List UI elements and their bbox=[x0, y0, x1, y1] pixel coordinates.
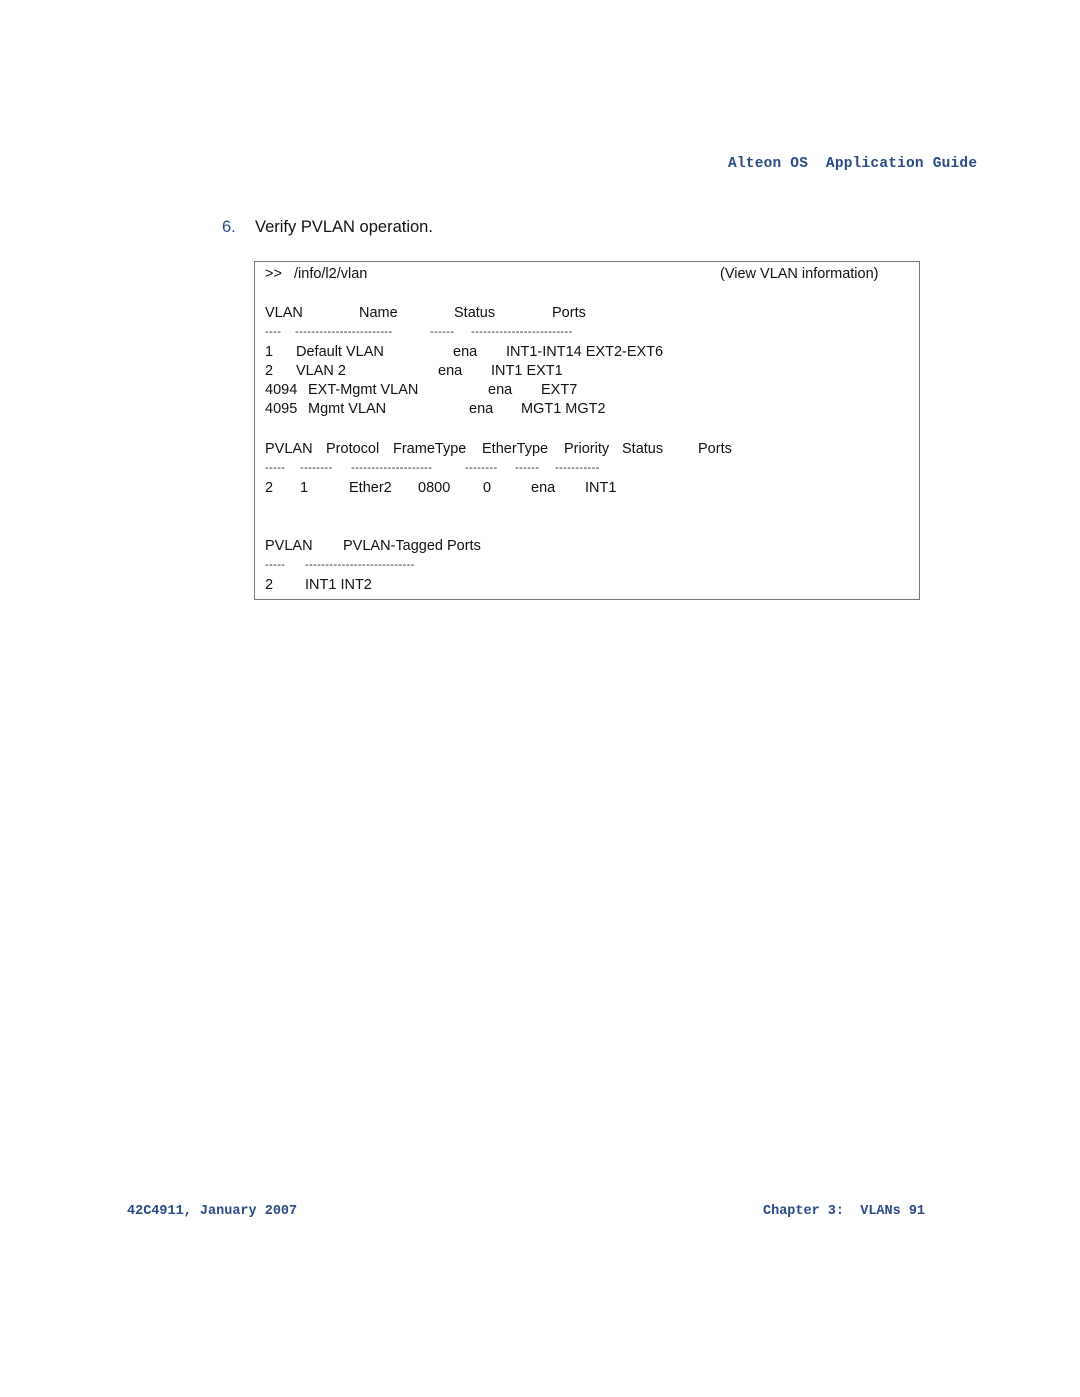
vlan-id: 2 bbox=[265, 363, 274, 379]
vlan-name: Mgmt VLAN bbox=[308, 401, 387, 417]
pvlan-id: 2 bbox=[265, 480, 274, 496]
vlan-ports: EXT7 bbox=[541, 382, 578, 398]
pvlan-protocol: 1 bbox=[300, 480, 309, 496]
tagged-col-header-pvlan: PVLAN bbox=[265, 538, 313, 554]
pvlan-separator-1: -------- bbox=[300, 462, 333, 474]
pvlan-col-header-pvlan: PVLAN bbox=[265, 441, 313, 457]
pvlan-ports: INT1 bbox=[585, 480, 617, 496]
vlan-name: Default VLAN bbox=[296, 344, 384, 360]
pvlan-priority: 0 bbox=[483, 480, 492, 496]
vlan-status: ena bbox=[488, 382, 513, 398]
vlan-col-header-vlan: VLAN bbox=[265, 305, 303, 321]
pvlan-col-header-protocol: Protocol bbox=[326, 441, 380, 457]
tagged-separator-1: --------------------------- bbox=[305, 559, 415, 571]
vlan-separator-2: ------ bbox=[430, 326, 455, 338]
vlan-status: ena bbox=[438, 363, 463, 379]
vlan-id: 1 bbox=[265, 344, 274, 360]
tagged-pvlan-id: 2 bbox=[265, 577, 274, 593]
cli-prompt: >> bbox=[265, 266, 282, 282]
vlan-ports: INT1 EXT1 bbox=[491, 363, 563, 379]
vlan-col-header-name: Name bbox=[359, 305, 398, 321]
vlan-name: VLAN 2 bbox=[296, 363, 346, 379]
vlan-separator-3: ------------------------- bbox=[471, 326, 573, 338]
pvlan-col-header-ethertype: EtherType bbox=[482, 441, 549, 457]
vlan-col-header-ports: Ports bbox=[552, 305, 586, 321]
vlan-id: 4094 bbox=[265, 382, 298, 398]
pvlan-frametype: Ether2 bbox=[349, 480, 392, 496]
vlan-id: 4095 bbox=[265, 401, 298, 417]
pvlan-separator-3: -------- bbox=[465, 462, 498, 474]
pvlan-separator-5: ----------- bbox=[555, 462, 600, 474]
footer-chapter-page: Chapter 3: VLANs 91 bbox=[763, 1204, 926, 1219]
vlan-separator-0: ---- bbox=[265, 326, 282, 338]
cli-comment: (View VLAN information) bbox=[720, 266, 879, 282]
running-header: Alteon OS Application Guide bbox=[728, 156, 978, 172]
pvlan-col-header-priority: Priority bbox=[564, 441, 610, 457]
vlan-name: EXT-Mgmt VLAN bbox=[308, 382, 419, 398]
pvlan-separator-4: ------ bbox=[515, 462, 540, 474]
pvlan-col-header-status: Status bbox=[622, 441, 664, 457]
vlan-separator-1: ------------------------ bbox=[295, 326, 393, 338]
step-instruction: Verify PVLAN operation. bbox=[255, 218, 433, 236]
vlan-ports: MGT1 MGT2 bbox=[521, 401, 606, 417]
tagged-separator-0: ----- bbox=[265, 559, 286, 571]
pvlan-status: ena bbox=[531, 480, 556, 496]
footer-doc-id: 42C4911, January 2007 bbox=[127, 1204, 298, 1219]
tagged-col-header-ports: PVLAN-Tagged Ports bbox=[343, 538, 481, 554]
pvlan-separator-0: ----- bbox=[265, 462, 286, 474]
pvlan-ethertype: 0800 bbox=[418, 480, 451, 496]
vlan-col-header-status: Status bbox=[454, 305, 496, 321]
step-number: 6. bbox=[222, 218, 236, 236]
vlan-status: ena bbox=[453, 344, 478, 360]
pvlan-col-header-ports: Ports bbox=[698, 441, 732, 457]
tagged-ports: INT1 INT2 bbox=[305, 577, 372, 593]
pvlan-col-header-frametype: FrameType bbox=[393, 441, 467, 457]
cli-command: /info/l2/vlan bbox=[294, 266, 368, 282]
vlan-status: ena bbox=[469, 401, 494, 417]
pvlan-separator-2: -------------------- bbox=[351, 462, 433, 474]
vlan-ports: INT1-INT14 EXT2-EXT6 bbox=[506, 344, 664, 360]
